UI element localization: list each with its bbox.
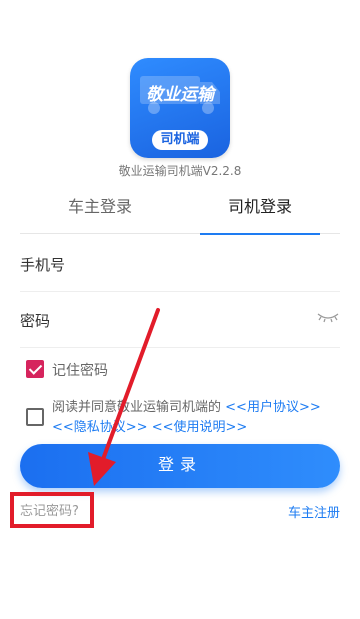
login-tabs: 车主登录 司机登录 <box>20 188 340 235</box>
remember-password-checkbox[interactable] <box>26 360 44 378</box>
user-agreement-link[interactable]: <<用户协议>> <box>225 400 321 415</box>
agreement-checkbox[interactable] <box>26 408 44 426</box>
password-label: 密码 <box>20 312 51 330</box>
owner-register-link[interactable]: 车主注册 <box>288 502 340 521</box>
privacy-policy-link[interactable]: <<隐私协议>> <box>52 420 148 435</box>
logo-badge: 司机端 <box>152 130 208 150</box>
active-tab-indicator <box>200 233 320 235</box>
agreement-prefix: 阅读并同意敬业运输司机端的 <box>52 400 222 415</box>
agreement-row: 阅读并同意敬业运输司机端的 <<用户协议>> <<隐私协议>> <<使用说明>> <box>26 398 336 438</box>
logo-title: 敬业运输 <box>146 85 214 105</box>
remember-password-label: 记住密码 <box>52 363 108 379</box>
eye-closed-icon[interactable] <box>316 310 340 324</box>
phone-field: 手机号 <box>20 236 340 292</box>
tab-driver-login[interactable]: 司机登录 <box>180 188 340 235</box>
phone-label: 手机号 <box>20 256 66 274</box>
tab-driver-label: 司机登录 <box>227 197 292 216</box>
app-logo: 敬业运输 司机端 <box>130 58 230 158</box>
password-input[interactable] <box>100 306 300 332</box>
usage-guide-link[interactable]: <<使用说明>> <box>152 420 248 435</box>
password-field: 密码 <box>20 292 340 348</box>
login-button[interactable]: 登录 <box>20 444 340 488</box>
tab-owner-login[interactable]: 车主登录 <box>20 188 180 234</box>
phone-input[interactable] <box>100 250 300 276</box>
app-version: 敬业运输司机端V2.2.8 <box>118 164 242 178</box>
forgot-password-link[interactable]: 忘记密码? <box>20 500 79 519</box>
agreement-text: 阅读并同意敬业运输司机端的 <<用户协议>> <<隐私协议>> <<使用说明>> <box>52 398 342 438</box>
